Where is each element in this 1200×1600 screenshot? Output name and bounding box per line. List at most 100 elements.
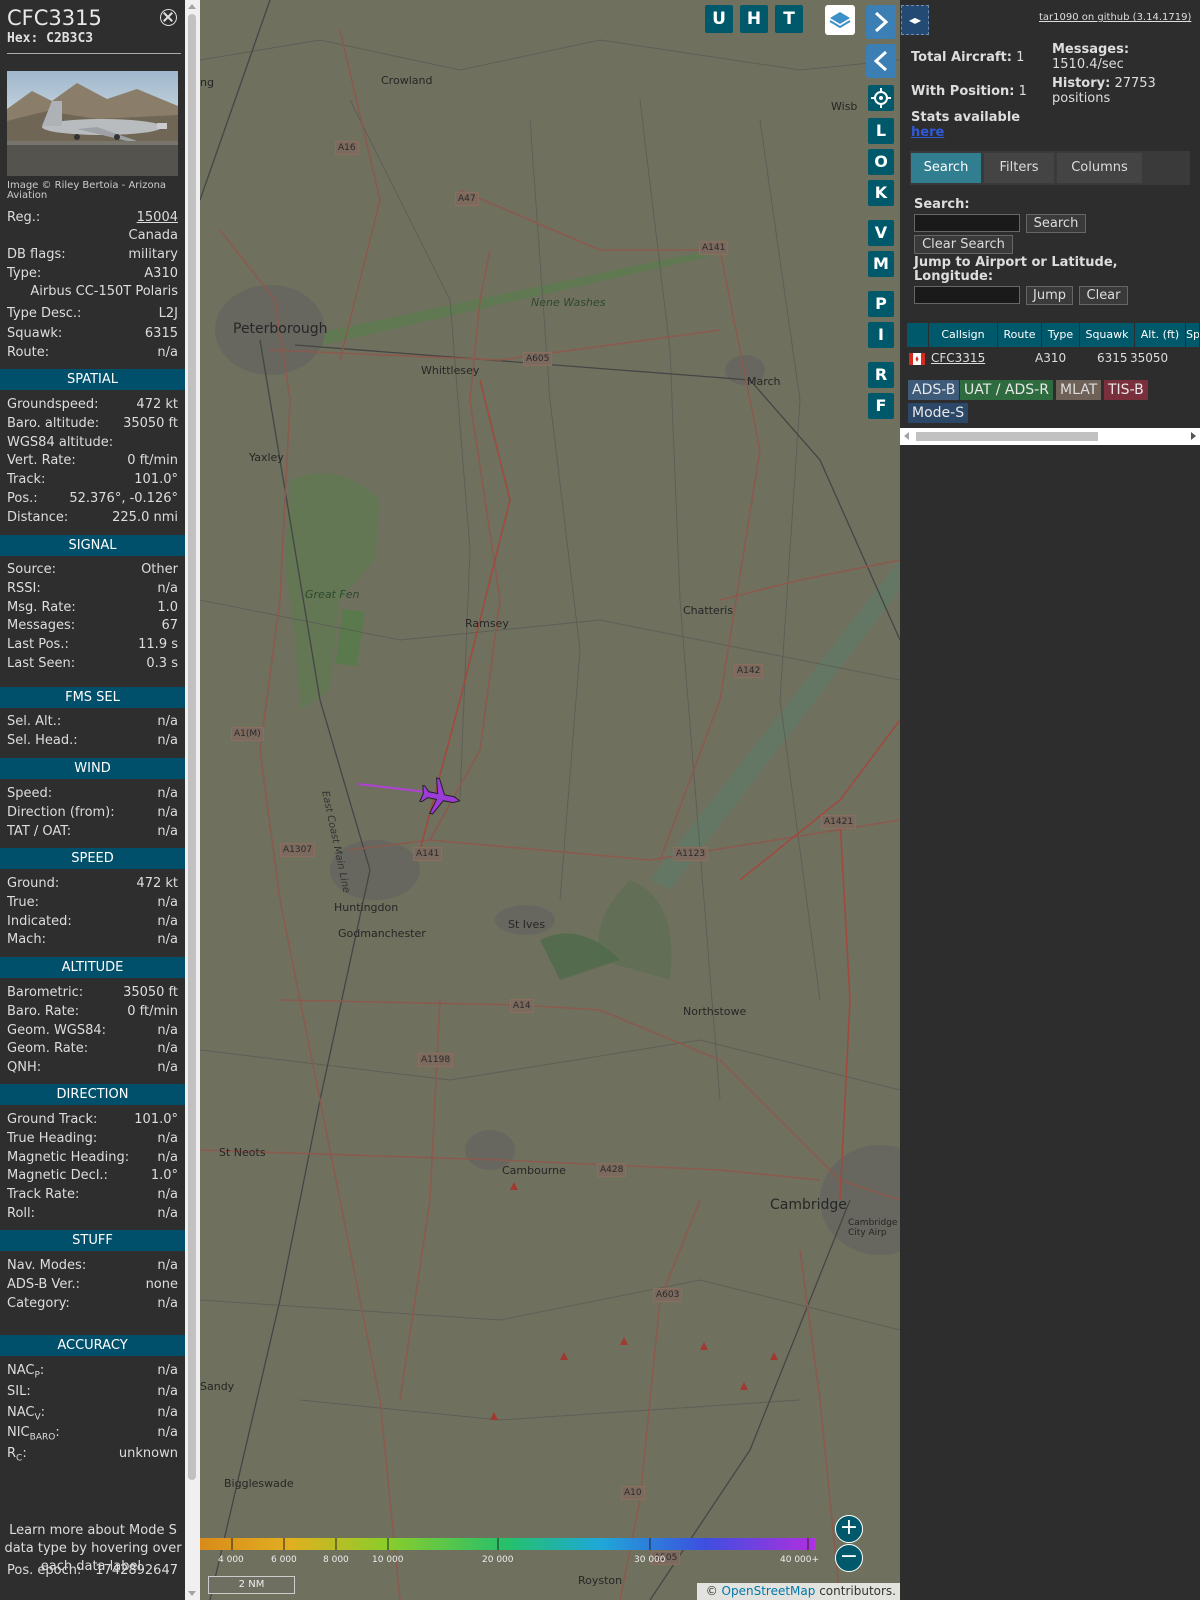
resize-handle[interactable]: ◂▸ [901,5,929,35]
map-place: Cambridge City Airp [848,1218,898,1238]
info-label: Type Desc.: [7,306,82,321]
info-value: n/a [157,895,178,910]
clear-search-button[interactable]: Clear Search [914,235,1013,254]
scrollbar-thumb[interactable] [188,14,196,1480]
info-label: RC: [7,1446,27,1464]
pos-epoch-row: Pos. epoch: 1742892647 [7,1563,178,1578]
info-row: Indicated: n/a [7,913,178,931]
info-label: Category: [7,1296,70,1311]
layers-button[interactable] [825,5,855,35]
collapse-sidebar-button[interactable] [866,44,896,78]
map-base-layer [200,0,900,1600]
info-row: Track: 101.0° [7,471,178,489]
plus-icon: + [839,1515,859,1540]
map-button-h[interactable]: H [740,5,768,33]
table-header-type[interactable]: Type [1042,323,1080,347]
info-row: Source: Other [7,561,178,579]
source-legend-badge[interactable]: MLAT [1056,380,1102,400]
map-button-k[interactable]: K [868,180,894,206]
table-header-route[interactable]: Route [998,323,1042,347]
tab-columns[interactable]: Columns [1057,153,1142,183]
map-button-u[interactable]: U [705,5,733,33]
map-button-l[interactable]: L [868,118,894,144]
tab-filters[interactable]: Filters [984,153,1054,183]
info-value: n/a [157,805,178,820]
expand-sidebar-button[interactable] [866,5,896,39]
map-place: Ramsey [465,617,509,630]
search-button[interactable]: Search [1026,214,1086,233]
info-value: 1.0 [157,600,178,615]
info-value: 52.376°, -0.126° [69,491,178,506]
tab-search[interactable]: Search [911,153,981,183]
table-header-squawk[interactable]: Squawk [1080,323,1135,347]
aircraft-photo[interactable] [7,71,178,176]
info-label: Vert. Rate: [7,453,76,468]
colorbar-label: 4 000 [218,1555,244,1565]
info-label: Squawk: [7,326,63,341]
info-value: 11.9 s [138,637,178,652]
jump-button[interactable]: Jump [1026,286,1073,305]
search-input[interactable] [914,214,1020,232]
scroll-up-icon[interactable] [188,4,196,9]
info-row: Geom. WGS84: n/a [7,1022,178,1040]
section-header-fms: FMS SEL [0,687,185,708]
settings-button[interactable] [868,85,894,111]
hex-line: Hex: C2B3C3 [7,31,94,46]
info-value: 0.3 s [146,656,178,671]
map-attribution: © OpenStreetMap contributors. [697,1583,900,1600]
info-label: Baro. Rate: [7,1004,80,1019]
table-horizontal-scrollbar[interactable] [900,428,1200,445]
source-legend-badge[interactable]: ADS-B [908,380,960,400]
info-value[interactable]: 15004 [137,209,178,227]
info-label: Magnetic Heading: [7,1150,130,1165]
info-value: 1.0° [150,1168,178,1183]
map-button-r[interactable]: R [868,362,894,388]
source-legend-badge[interactable]: TIS-B [1104,380,1148,400]
info-row: True Heading: n/a [7,1130,178,1148]
info-row: RC: unknown [7,1445,178,1464]
info-label: Last Seen: [7,656,76,671]
scrollbar-thumb[interactable] [916,432,1098,441]
gear-icon [871,88,891,108]
section-header-direction: DIRECTION [0,1084,185,1105]
table-header-callsign[interactable]: Callsign [929,323,998,347]
source-legend-badge[interactable]: UAT / ADS-R [960,380,1053,400]
map-place: Crowland [381,74,433,87]
info-panel-scrollbar[interactable] [185,0,200,1600]
map-button-i[interactable]: I [868,322,894,348]
map-button-o[interactable]: O [868,149,894,175]
osm-link[interactable]: OpenStreetMap [722,1584,816,1598]
info-row: Baro. altitude: 35050 ft [7,415,178,433]
map-button-m[interactable]: M [868,251,894,277]
total-aircraft-stat: Total Aircraft: 1 [911,50,1025,65]
info-value: unknown [118,1446,178,1461]
github-link[interactable]: tar1090 on github (3.14.1719) [1039,12,1191,23]
info-row: TAT / OAT: n/a [7,823,178,841]
search-label: Search: [914,197,970,212]
table-header-speed[interactable]: Spd [1186,323,1200,347]
map-button-p[interactable]: P [868,291,894,317]
road-shield: A47 [455,192,479,206]
close-icon[interactable] [160,9,177,26]
info-row: Direction (from): n/a [7,804,178,822]
jump-input[interactable] [914,286,1020,304]
map-button-f[interactable]: F [868,393,894,419]
map-button-t[interactable]: T [775,5,803,33]
scroll-down-icon[interactable] [188,1591,196,1596]
road-shield: A142 [734,664,764,678]
clear-button[interactable]: Clear [1079,286,1128,305]
info-value: n/a [157,1206,178,1221]
info-value: n/a [157,1131,178,1146]
stats-link[interactable]: here [911,125,944,140]
source-legend-badge[interactable]: Mode-S [908,403,969,423]
chevron-left-icon [873,50,888,72]
info-label: TAT / OAT: [7,824,72,839]
map-button-v[interactable]: V [868,220,894,246]
row-callsign[interactable]: CFC3315 [931,349,985,367]
zoom-in-button[interactable]: + [835,1515,863,1543]
map-view[interactable]: Crowland Peterborough Whittlesey March Y… [200,0,900,1600]
map-place: Whittlesey [421,364,480,377]
table-header-altitude[interactable]: Alt. (ft) [1135,323,1186,347]
zoom-out-button[interactable]: − [835,1544,863,1572]
map-place: St Neots [219,1146,266,1159]
